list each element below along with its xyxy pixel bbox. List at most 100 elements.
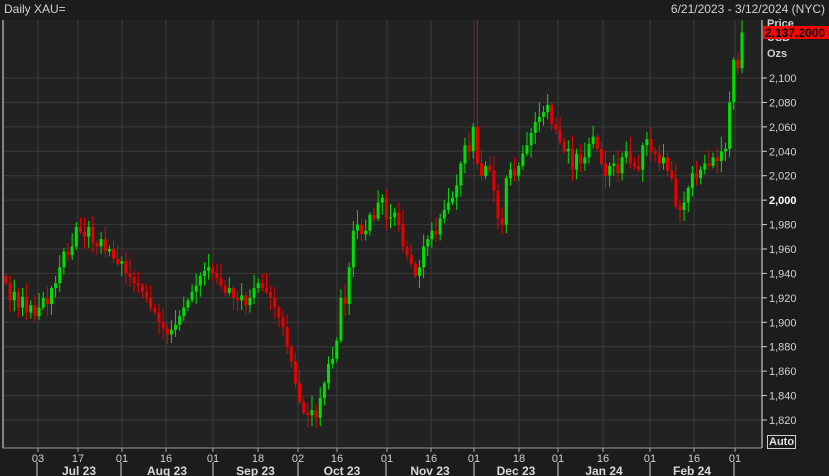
candle-body [331,358,335,364]
candle-body [355,224,359,231]
candle-body [49,288,53,304]
month-label: Dec 23 [497,464,536,476]
candle-body [471,126,475,152]
candle-body [723,148,727,152]
candle-body [54,283,58,289]
y-tick-label: 1,860 [769,366,797,378]
candle-body [604,163,608,176]
candle-body [537,117,541,122]
candle-body [335,340,339,359]
candle-body [25,296,29,313]
candle-body [380,197,384,203]
candle-body [244,295,248,306]
y-tick-label: 2,020 [769,171,797,183]
y-tick-label: 2,040 [769,146,797,158]
candle-body [678,206,682,210]
candle-body [269,291,273,298]
candle-body [554,124,558,130]
candle-body [682,202,686,210]
candle-body [401,224,405,247]
candle-body [397,212,401,225]
candle-body [686,187,690,203]
candle-body [360,224,364,235]
candle-body [558,129,562,142]
candle-body [207,267,211,271]
candle-body [695,173,699,179]
candle-body [434,230,438,235]
candle-body [231,288,235,298]
auto-scale-button[interactable]: Auto [767,435,797,449]
candle-body [252,288,256,298]
x-tick-label: 01 [381,453,393,465]
candle-body [736,59,740,69]
x-tick-label: 01 [729,453,741,465]
candle-body [674,178,678,207]
candle-body [264,288,268,292]
candle-body [620,157,624,174]
candle-body [314,410,318,418]
candle-body [256,283,260,289]
month-label: Jul 23 [62,464,96,476]
candle-body [120,261,124,264]
month-label: Feb 24 [673,464,711,476]
y-tick-label: 1,940 [769,268,797,280]
candle-body [517,165,521,176]
candle-body [343,297,347,304]
candle-body [459,163,463,186]
candle-body [405,246,409,256]
candle-body [463,145,467,164]
candle-body [599,148,603,164]
candle-body [368,214,372,231]
y-tick-label: 2,060 [769,122,797,134]
month-label: Nov 23 [410,464,450,476]
candle-body [422,246,426,268]
candle-body [293,361,297,384]
candle-body [480,163,484,176]
candle-body [587,143,591,158]
candle-body [364,230,368,235]
candle-body [579,153,583,164]
candle-body [666,157,670,171]
candle-body [488,165,492,171]
candle-body [45,297,49,304]
candlestick-chart[interactable]: Price USD Ozs 2,137.2000 1,8201,8401,860… [0,0,829,476]
candle-body [446,202,450,210]
candle-body [546,104,550,113]
candle-body [451,197,455,203]
candle-body [417,267,421,276]
candle-body [149,297,153,308]
candle-body [4,275,8,284]
candle-body [608,165,612,176]
candle-body [302,401,306,413]
candle [732,57,736,110]
candle-body [128,273,132,278]
candle-body [575,153,579,170]
month-label: Oct 23 [324,464,361,476]
candle-body [426,239,430,247]
candle-body [87,227,91,237]
y-tick-label: 1,900 [769,317,797,329]
candle-body [103,239,107,252]
candle-body [504,178,508,225]
candle-body [112,249,116,259]
candle-body [372,214,376,219]
candle-body [732,59,736,103]
candle-body [641,145,645,170]
candle-body [409,255,413,264]
candle-body [740,32,744,69]
candle-body [492,170,496,191]
candle-body [107,249,111,252]
candle-body [227,288,231,293]
candle-body [645,139,649,146]
candle-body [703,163,707,170]
candle-body [566,148,570,152]
candle-body [169,329,173,335]
candle-body [165,328,169,335]
candle-body [124,261,128,274]
candle-body [327,363,331,384]
candle-body [8,283,12,301]
candle-body [116,258,120,264]
candle-body [550,104,554,125]
x-tick-label: 01 [116,453,128,465]
candle-body [393,212,397,218]
